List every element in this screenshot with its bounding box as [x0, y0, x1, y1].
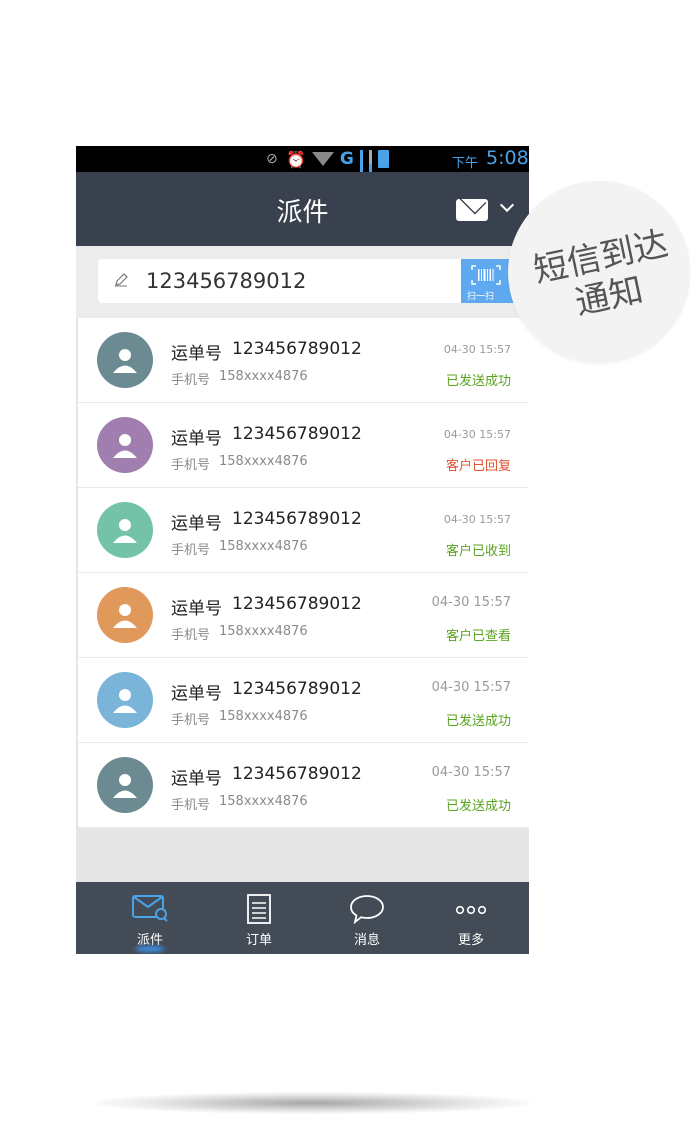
search-value: 123456789012 [146, 269, 307, 293]
waybill-number: 123456789012 [232, 679, 362, 699]
avatar [97, 502, 153, 558]
alarm-icon: ⏰ [286, 149, 306, 169]
timestamp: 04-30 15:57 [431, 595, 511, 610]
user-icon [113, 604, 137, 628]
phone-number: 158xxxx4876 [219, 709, 308, 724]
chat-bubble-icon [350, 895, 384, 924]
list-item[interactable]: 运单号 123456789012 手机号 158xxxx4876 04-30 1… [78, 318, 529, 403]
mail-icon[interactable] [456, 199, 488, 221]
avatar [97, 417, 153, 473]
waybill-label: 运单号 [171, 769, 222, 789]
tab-dispatch[interactable]: 派件 [105, 882, 195, 954]
phone-screen: ⊘ ⏰ G 下午 5:08 派件 123456789012 扫一扫 运单号 12… [76, 146, 529, 954]
avatar [97, 587, 153, 643]
list-item[interactable]: 运单号 123456789012 手机号 158xxxx4876 04-30 1… [78, 488, 529, 573]
timestamp: 04-30 15:57 [431, 765, 511, 780]
search-bar: 123456789012 扫一扫 [76, 246, 529, 318]
waybill-label: 运单号 [171, 599, 222, 619]
tab-messages[interactable]: 消息 [322, 882, 412, 954]
signal-icon [359, 150, 363, 194]
shipment-list: 运单号 123456789012 手机号 158xxxx4876 04-30 1… [78, 318, 529, 828]
mute-icon: ⊘ [266, 151, 278, 167]
list-item[interactable]: 运单号 123456789012 手机号 158xxxx4876 04-30 1… [78, 573, 529, 658]
tab-orders[interactable]: 订单 [214, 882, 304, 954]
timestamp: 04-30 15:57 [443, 343, 511, 356]
document-icon [247, 894, 271, 924]
timestamp: 04-30 15:57 [431, 680, 511, 695]
status-text: 已发送成功 [445, 799, 511, 814]
phone-label: 手机号 [171, 458, 211, 473]
network-type-icon: G [339, 149, 354, 169]
callout-text: 短信到达 通知 [514, 220, 691, 334]
phone-label: 手机号 [171, 713, 211, 728]
user-icon [113, 689, 137, 713]
waybill-number: 123456789012 [232, 594, 362, 614]
battery-icon [377, 150, 389, 168]
signal-icon-2 [368, 150, 372, 194]
phone-number: 158xxxx4876 [219, 624, 308, 639]
avatar [97, 332, 153, 388]
mail-search-icon [132, 895, 168, 922]
more-dots-icon [455, 905, 487, 915]
list-item[interactable]: 运单号 123456789012 手机号 158xxxx4876 04-30 1… [78, 743, 529, 828]
wifi-icon [311, 152, 334, 166]
phone-label: 手机号 [171, 628, 211, 643]
waybill-label: 运单号 [171, 429, 222, 449]
phone-number: 158xxxx4876 [219, 794, 308, 809]
active-tab-indicator [135, 946, 165, 952]
tab-more[interactable]: 更多 [426, 882, 516, 954]
feature-callout: 短信到达 通知 [508, 181, 690, 363]
list-item[interactable]: 运单号 123456789012 手机号 158xxxx4876 04-30 1… [78, 403, 529, 488]
user-icon [113, 349, 137, 373]
bottom-tab-bar: 派件 订单 消息 更多 [76, 882, 529, 954]
phone-label: 手机号 [171, 373, 211, 388]
phone-number: 158xxxx4876 [219, 454, 308, 469]
waybill-label: 运单号 [171, 514, 222, 534]
waybill-label: 运单号 [171, 344, 222, 364]
waybill-label: 运单号 [171, 684, 222, 704]
list-item[interactable]: 运单号 123456789012 手机号 158xxxx4876 04-30 1… [78, 658, 529, 743]
scan-label: 扫一扫 [467, 292, 495, 302]
waybill-number: 123456789012 [232, 509, 362, 529]
phone-number: 158xxxx4876 [219, 539, 308, 554]
user-icon [113, 519, 137, 543]
status-ampm: 下午 [452, 156, 479, 171]
user-icon [113, 774, 137, 798]
device-shadow [95, 1092, 531, 1114]
tab-label: 订单 [245, 933, 272, 948]
status-time: 5:08 [486, 147, 529, 169]
title-bar: 派件 [76, 172, 529, 246]
status-text: 客户已查看 [445, 629, 511, 644]
phone-label: 手机号 [171, 543, 211, 558]
status-icons: ⊘ ⏰ G [266, 149, 389, 194]
waybill-number: 123456789012 [232, 339, 362, 359]
tab-label: 消息 [353, 933, 380, 948]
search-input[interactable]: 123456789012 [98, 259, 466, 303]
pencil-icon [115, 273, 128, 287]
timestamp: 04-30 15:57 [443, 513, 511, 526]
status-text: 客户已收到 [445, 544, 511, 559]
phone-label: 手机号 [171, 798, 211, 813]
user-icon [113, 434, 137, 458]
avatar [97, 757, 153, 813]
status-text: 已发送成功 [445, 714, 511, 729]
phone-number: 158xxxx4876 [219, 369, 308, 384]
barcode-icon [471, 265, 501, 285]
status-text: 客户已回复 [445, 459, 511, 474]
tab-label: 更多 [457, 933, 484, 948]
status-text: 已发送成功 [445, 374, 511, 389]
avatar [97, 672, 153, 728]
timestamp: 04-30 15:57 [443, 428, 511, 441]
waybill-number: 123456789012 [232, 764, 362, 784]
waybill-number: 123456789012 [232, 424, 362, 444]
status-bar: ⊘ ⏰ G 下午 5:08 [76, 146, 529, 194]
